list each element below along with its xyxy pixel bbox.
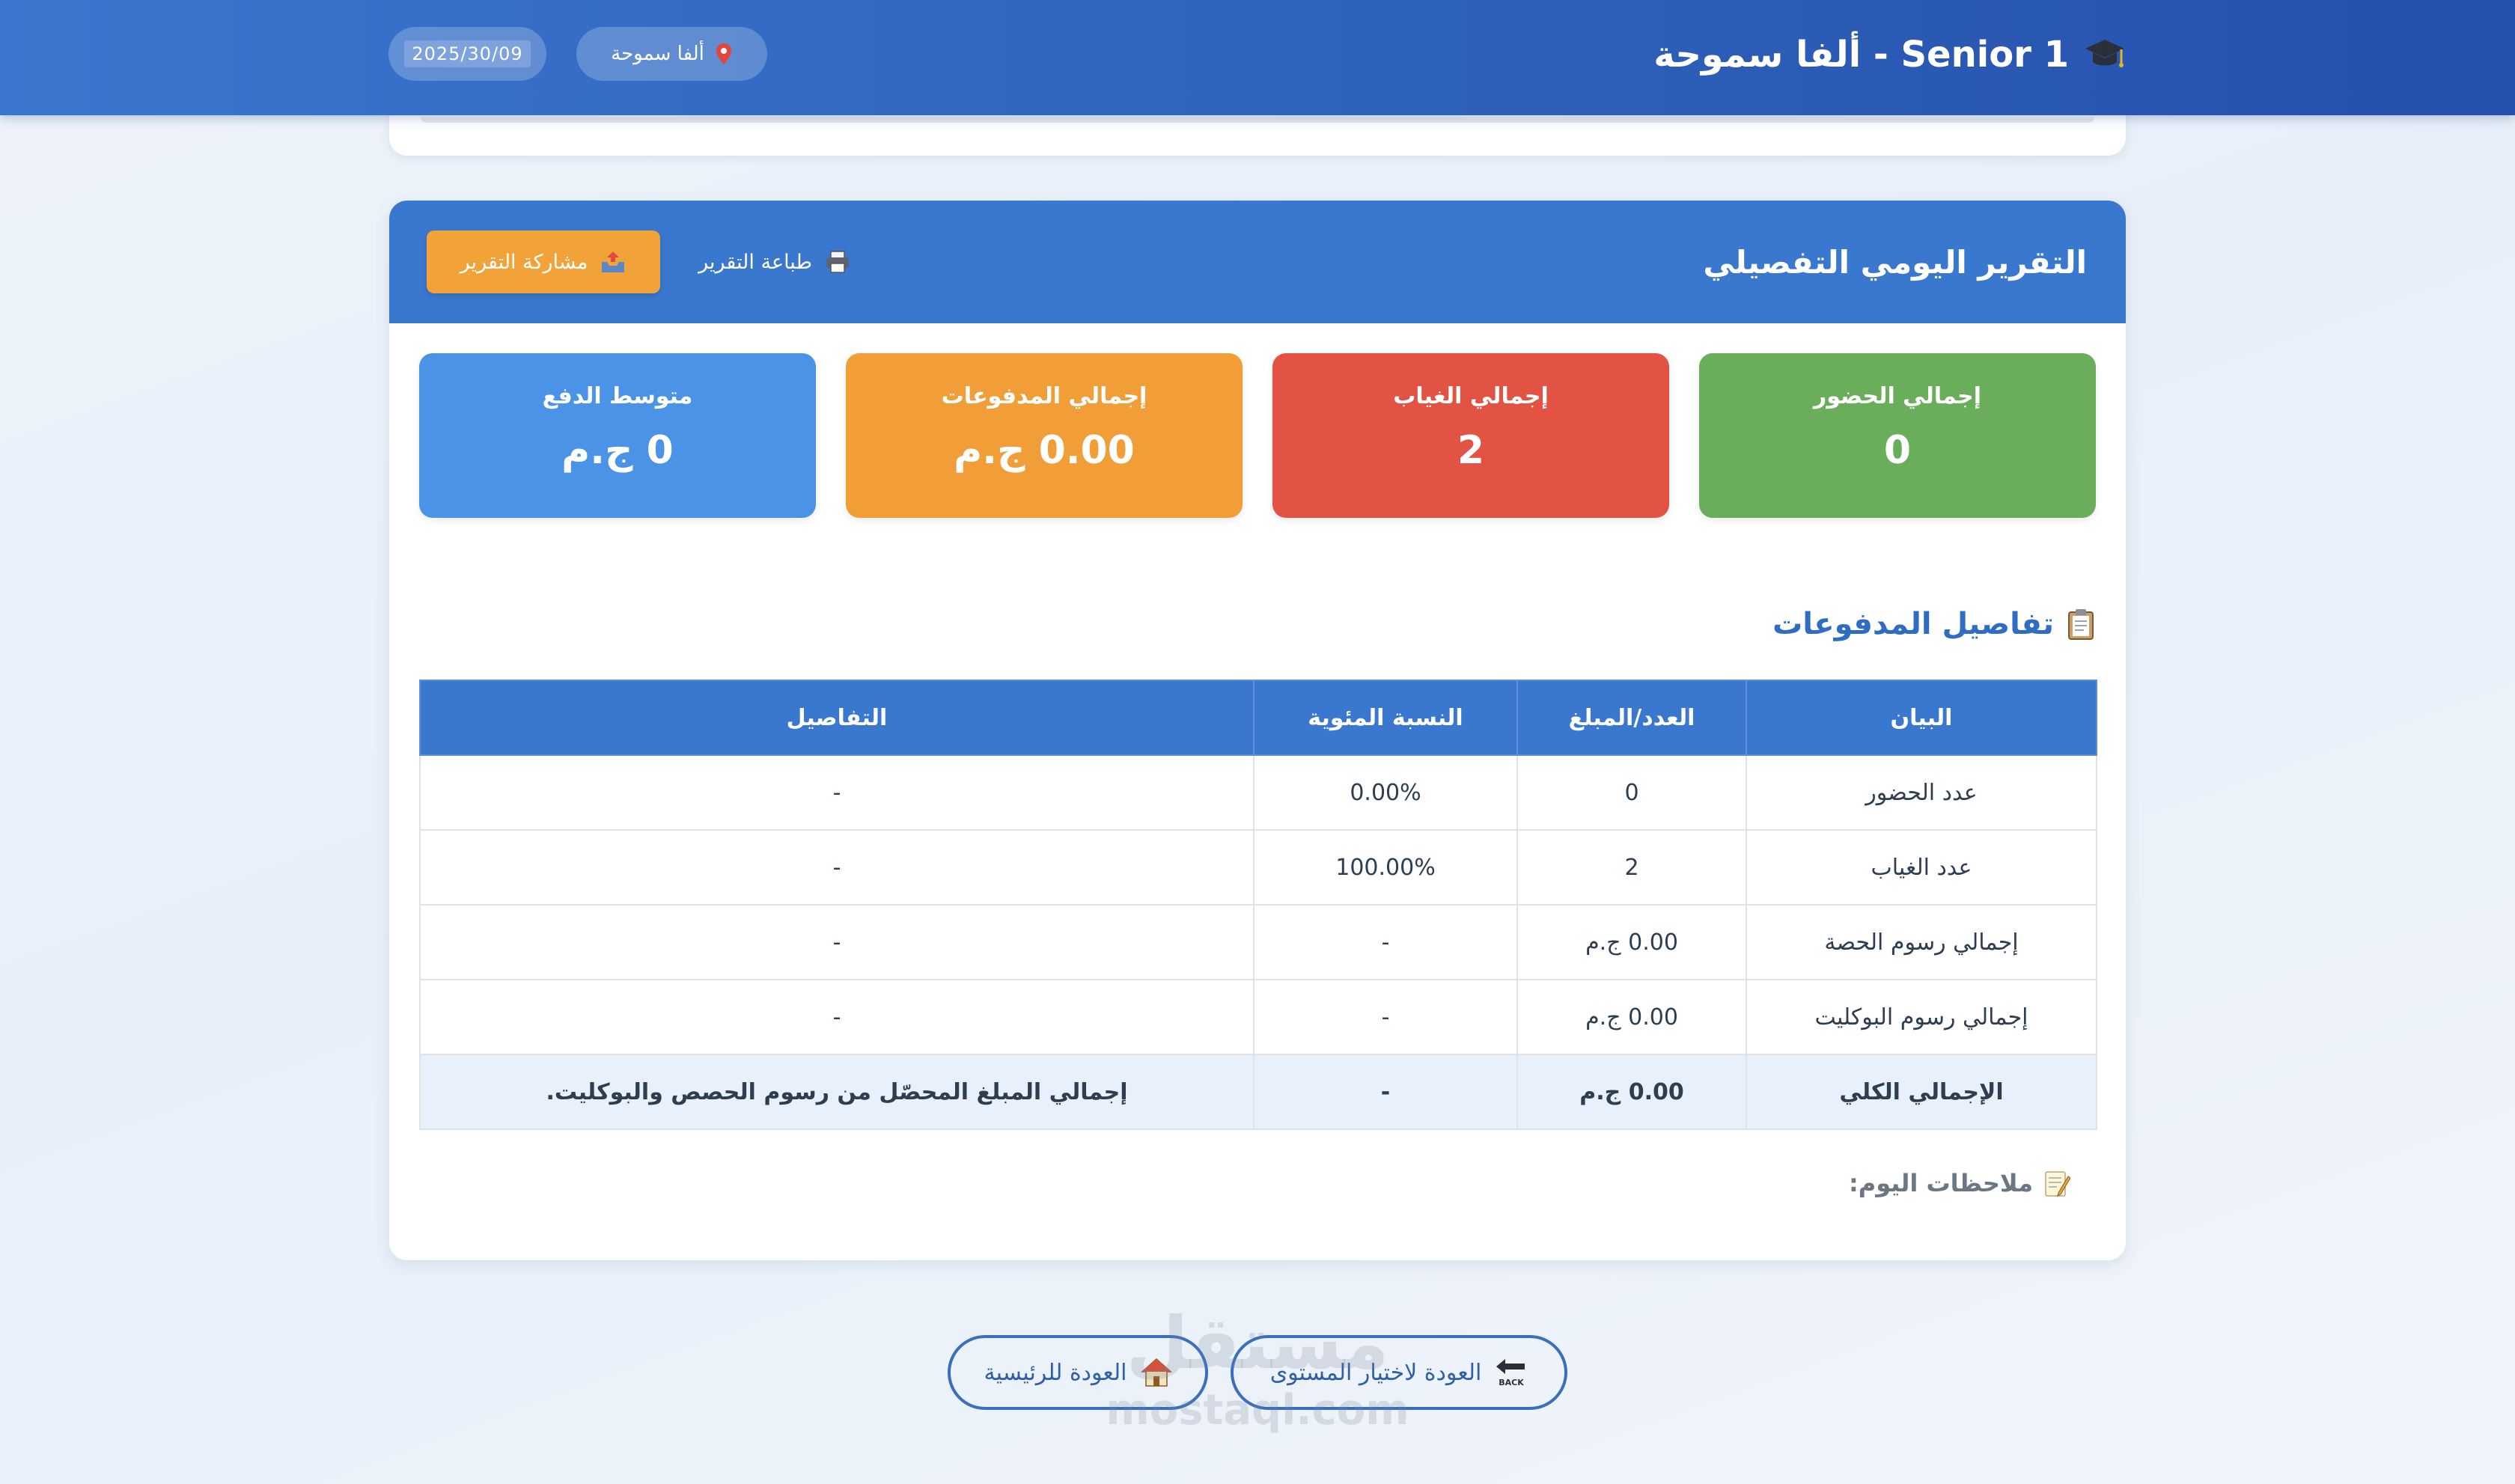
table-row: عدد الغياب 2 100.00% - <box>419 829 2097 906</box>
report-title: التقرير اليومي التفصيلي <box>1703 243 2087 281</box>
header-title-text: Senior 1 - ألفا سموحة <box>1653 34 2069 76</box>
daily-notes: ملاحظات اليوم: <box>1849 1164 2070 1202</box>
print-report-label: طباعة التقرير <box>698 250 812 274</box>
column-header: العدد/المبلغ <box>1516 680 1747 756</box>
table-cell: - <box>1253 904 1518 980</box>
column-header: التفاصيل <box>419 680 1255 756</box>
date-badge: 2025/30/09 <box>388 27 546 81</box>
page-title: Senior 1 - ألفا سموحة <box>1653 28 2126 81</box>
share-report-label: مشاركة التقرير <box>460 250 588 274</box>
stat-card-absence: إجمالي الغياب 2 <box>1272 353 1669 518</box>
graduation-cap-icon <box>2085 40 2124 67</box>
table-cell: - <box>419 904 1255 980</box>
daily-report-card: التقرير اليومي التفصيلي طباعة التقرير مش… <box>389 201 2126 1260</box>
share-report-button[interactable]: مشاركة التقرير <box>427 230 660 293</box>
payments-table: البيان العدد/المبلغ النسبة المئوية التفا… <box>419 680 2097 1130</box>
stat-payments-label: إجمالي المدفوعات <box>941 383 1147 409</box>
back-to-home-button[interactable]: العودة للرئيسية <box>948 1335 1208 1410</box>
table-cell: عدد الحضور <box>1746 754 2097 831</box>
table-cell: إجمالي رسوم الحصة <box>1746 904 2097 980</box>
table-row: عدد الحضور 0 0.00% - <box>419 754 2097 831</box>
stat-absence-label: إجمالي الغياب <box>1393 383 1549 409</box>
payments-section-title-text: تفاصيل المدفوعات <box>1772 607 2054 641</box>
table-cell: 0.00 ج.م <box>1516 979 1747 1055</box>
column-header: النسبة المئوية <box>1253 680 1518 756</box>
printer-icon <box>826 251 849 273</box>
stat-card-average: متوسط الدفع 0 ج.م <box>419 353 816 518</box>
back-badge-text: BACK <box>1499 1378 1525 1387</box>
table-cell: 2 <box>1516 829 1747 906</box>
table-total-row: الإجمالي الكلي 0.00 ج.م - إجمالي المبلغ … <box>419 1054 2097 1130</box>
table-cell: 0.00% <box>1253 754 1518 831</box>
table-cell: - <box>419 829 1255 906</box>
stat-card-attendance: إجمالي الحضور 0 <box>1699 353 2096 518</box>
report-header: التقرير اليومي التفصيلي طباعة التقرير مش… <box>389 201 2126 323</box>
date-text: 2025/30/09 <box>404 40 531 67</box>
table-cell: 100.00% <box>1253 829 1518 906</box>
table-cell: 0 <box>1516 754 1747 831</box>
table-cell: إجمالي رسوم البوكليت <box>1746 979 2097 1055</box>
table-row: إجمالي رسوم البوكليت 0.00 ج.م - - <box>419 979 2097 1055</box>
pin-icon <box>716 43 731 64</box>
previous-card-inner <box>421 117 2094 123</box>
total-percent-cell: - <box>1253 1054 1518 1130</box>
stat-attendance-value: 0 <box>1883 428 1912 473</box>
stat-attendance-label: إجمالي الحضور <box>1813 383 1982 409</box>
memo-icon <box>2045 1171 2070 1197</box>
back-to-level-label: العودة لاختيار المستوى <box>1269 1359 1482 1386</box>
payments-section-title: تفاصيل المدفوعات <box>1772 602 2096 647</box>
daily-notes-label: ملاحظات اليوم: <box>1848 1169 2033 1197</box>
stat-payments-value: 0.00 ج.م <box>954 428 1135 473</box>
location-text: ألفا سموحة <box>611 43 704 65</box>
stat-card-payments: إجمالي المدفوعات 0.00 ج.م <box>846 353 1243 518</box>
back-to-level-button[interactable]: BACK العودة لاختيار المستوى <box>1231 1335 1567 1410</box>
table-cell: - <box>419 979 1255 1055</box>
column-header: البيان <box>1746 680 2097 756</box>
table-cell: 0.00 ج.م <box>1516 904 1747 980</box>
table-row: إجمالي رسوم الحصة 0.00 ج.م - - <box>419 904 2097 980</box>
back-to-home-label: العودة للرئيسية <box>984 1359 1127 1386</box>
total-label-cell: الإجمالي الكلي <box>1746 1054 2097 1130</box>
top-header: Senior 1 - ألفا سموحة ألفا سموحة 2025/30… <box>0 0 2515 115</box>
table-cell: عدد الغياب <box>1746 829 2097 906</box>
table-cell: - <box>419 754 1255 831</box>
table-cell: - <box>1253 979 1518 1055</box>
print-report-button[interactable]: طباعة التقرير <box>689 230 861 293</box>
table-header-row: البيان العدد/المبلغ النسبة المئوية التفا… <box>419 680 2097 756</box>
house-icon <box>1140 1358 1172 1387</box>
total-details-cell: إجمالي المبلغ المحصّل من رسوم الحصص والب… <box>419 1054 1255 1130</box>
outbox-tray-icon <box>602 251 625 272</box>
location-badge: ألفا سموحة <box>576 27 767 81</box>
back-arrow-icon: BACK <box>1496 1359 1525 1387</box>
stat-average-label: متوسط الدفع <box>542 383 693 409</box>
total-amount-cell: 0.00 ج.م <box>1516 1054 1747 1130</box>
clipboard-icon <box>2068 609 2094 640</box>
stat-average-value: 0 ج.م <box>561 428 674 473</box>
stat-absence-value: 2 <box>1457 428 1485 473</box>
